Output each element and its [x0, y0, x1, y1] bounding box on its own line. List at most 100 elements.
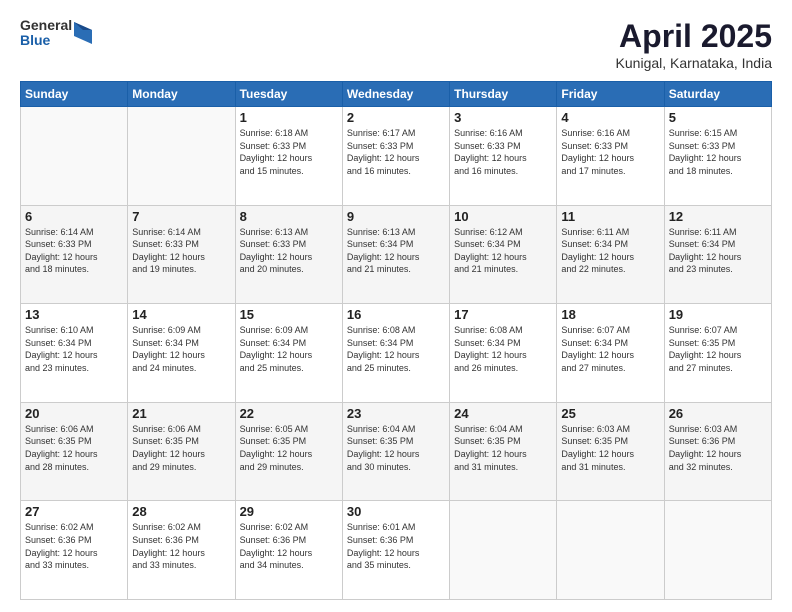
day-number: 1 — [240, 110, 338, 125]
day-info: Sunrise: 6:02 AM Sunset: 6:36 PM Dayligh… — [132, 521, 230, 571]
day-info: Sunrise: 6:11 AM Sunset: 6:34 PM Dayligh… — [669, 226, 767, 276]
calendar-cell — [21, 107, 128, 206]
calendar-cell — [664, 501, 771, 600]
calendar-cell: 16 Sunrise: 6:08 AM Sunset: 6:34 PM Dayli… — [342, 304, 449, 403]
day-info: Sunrise: 6:02 AM Sunset: 6:36 PM Dayligh… — [25, 521, 123, 571]
day-info: Sunrise: 6:13 AM Sunset: 6:33 PM Dayligh… — [240, 226, 338, 276]
calendar-cell: 24 Sunrise: 6:04 AM Sunset: 6:35 PM Dayli… — [450, 402, 557, 501]
day-number: 12 — [669, 209, 767, 224]
calendar-cell: 5 Sunrise: 6:15 AM Sunset: 6:33 PM Daylig… — [664, 107, 771, 206]
calendar-cell — [128, 107, 235, 206]
header: General Blue April 2025 Kunigal, Karnata… — [20, 18, 772, 71]
calendar-cell: 19Sunrise: 6:07 AM Sunset: 6:35 PM Dayli… — [664, 304, 771, 403]
day-info: Sunrise: 6:12 AM Sunset: 6:34 PM Dayligh… — [454, 226, 552, 276]
day-number: 2 — [347, 110, 445, 125]
page: General Blue April 2025 Kunigal, Karnata… — [0, 0, 792, 612]
calendar-cell — [450, 501, 557, 600]
day-info: Sunrise: 6:09 AM Sunset: 6:34 PM Dayligh… — [240, 324, 338, 374]
day-number: 24 — [454, 406, 552, 421]
day-number: 8 — [240, 209, 338, 224]
day-number: 17 — [454, 307, 552, 322]
day-info: Sunrise: 6:17 AM Sunset: 6:33 PM Dayligh… — [347, 127, 445, 177]
logo: General Blue — [20, 18, 92, 49]
day-info: Sunrise: 6:14 AM Sunset: 6:33 PM Dayligh… — [25, 226, 123, 276]
day-info: Sunrise: 6:18 AM Sunset: 6:33 PM Dayligh… — [240, 127, 338, 177]
logo-blue-text: Blue — [20, 33, 72, 48]
day-number: 7 — [132, 209, 230, 224]
day-number: 19 — [669, 307, 767, 322]
calendar-cell: 8 Sunrise: 6:13 AM Sunset: 6:33 PM Daylig… — [235, 205, 342, 304]
weekday-header: Saturday — [664, 82, 771, 107]
day-info: Sunrise: 6:02 AM Sunset: 6:36 PM Dayligh… — [240, 521, 338, 571]
day-number: 11 — [561, 209, 659, 224]
calendar-cell: 30 Sunrise: 6:01 AM Sunset: 6:36 PM Dayli… — [342, 501, 449, 600]
logo-icon — [74, 22, 92, 44]
logo-general-text: General — [20, 18, 72, 33]
day-info: Sunrise: 6:08 AM Sunset: 6:34 PM Dayligh… — [347, 324, 445, 374]
calendar-cell: 26 Sunrise: 6:03 AM Sunset: 6:36 PM Dayli… — [664, 402, 771, 501]
day-info: Sunrise: 6:07 AM Sunset: 6:34 PM Dayligh… — [561, 324, 659, 374]
calendar-cell: 1 Sunrise: 6:18 AM Sunset: 6:33 PM Daylig… — [235, 107, 342, 206]
calendar-cell: 12 Sunrise: 6:11 AM Sunset: 6:34 PM Dayli… — [664, 205, 771, 304]
day-number: 23 — [347, 406, 445, 421]
day-number: 30 — [347, 504, 445, 519]
weekday-header: Tuesday — [235, 82, 342, 107]
calendar-cell: 22 Sunrise: 6:05 AM Sunset: 6:35 PM Dayli… — [235, 402, 342, 501]
day-number: 10 — [454, 209, 552, 224]
day-number: 28 — [132, 504, 230, 519]
calendar-cell: 18 Sunrise: 6:07 AM Sunset: 6:34 PM Dayli… — [557, 304, 664, 403]
calendar-cell: 6 Sunrise: 6:14 AM Sunset: 6:33 PM Daylig… — [21, 205, 128, 304]
weekday-header: Monday — [128, 82, 235, 107]
day-info: Sunrise: 6:06 AM Sunset: 6:35 PM Dayligh… — [25, 423, 123, 473]
day-info: Sunrise: 6:14 AM Sunset: 6:33 PM Dayligh… — [132, 226, 230, 276]
day-info: Sunrise: 6:08 AM Sunset: 6:34 PM Dayligh… — [454, 324, 552, 374]
title-block: April 2025 Kunigal, Karnataka, India — [616, 18, 772, 71]
calendar-cell: 25 Sunrise: 6:03 AM Sunset: 6:35 PM Dayli… — [557, 402, 664, 501]
day-number: 6 — [25, 209, 123, 224]
day-info: Sunrise: 6:04 AM Sunset: 6:35 PM Dayligh… — [454, 423, 552, 473]
day-info: Sunrise: 6:05 AM Sunset: 6:35 PM Dayligh… — [240, 423, 338, 473]
calendar-cell: 2 Sunrise: 6:17 AM Sunset: 6:33 PM Daylig… — [342, 107, 449, 206]
calendar-week-row: 13 Sunrise: 6:10 AM Sunset: 6:34 PM Dayli… — [21, 304, 772, 403]
day-info: Sunrise: 6:09 AM Sunset: 6:34 PM Dayligh… — [132, 324, 230, 374]
weekday-header: Thursday — [450, 82, 557, 107]
calendar-header-row: SundayMondayTuesdayWednesdayThursdayFrid… — [21, 82, 772, 107]
calendar-cell: 11 Sunrise: 6:11 AM Sunset: 6:34 PM Dayli… — [557, 205, 664, 304]
day-info: Sunrise: 6:03 AM Sunset: 6:35 PM Dayligh… — [561, 423, 659, 473]
day-info: Sunrise: 6:01 AM Sunset: 6:36 PM Dayligh… — [347, 521, 445, 571]
calendar-week-row: 20 Sunrise: 6:06 AM Sunset: 6:35 PM Dayli… — [21, 402, 772, 501]
day-info: Sunrise: 6:04 AM Sunset: 6:35 PM Dayligh… — [347, 423, 445, 473]
weekday-header: Friday — [557, 82, 664, 107]
day-number: 22 — [240, 406, 338, 421]
day-number: 18 — [561, 307, 659, 322]
day-number: 5 — [669, 110, 767, 125]
calendar-cell: 3Sunrise: 6:16 AM Sunset: 6:33 PM Daylig… — [450, 107, 557, 206]
calendar-cell — [557, 501, 664, 600]
calendar-cell: 28 Sunrise: 6:02 AM Sunset: 6:36 PM Dayli… — [128, 501, 235, 600]
day-info: Sunrise: 6:16 AM Sunset: 6:33 PM Dayligh… — [454, 127, 552, 177]
day-number: 20 — [25, 406, 123, 421]
day-info: Sunrise: 6:11 AM Sunset: 6:34 PM Dayligh… — [561, 226, 659, 276]
calendar-week-row: 6 Sunrise: 6:14 AM Sunset: 6:33 PM Daylig… — [21, 205, 772, 304]
day-info: Sunrise: 6:15 AM Sunset: 6:33 PM Dayligh… — [669, 127, 767, 177]
calendar-cell: 10 Sunrise: 6:12 AM Sunset: 6:34 PM Dayli… — [450, 205, 557, 304]
day-number: 16 — [347, 307, 445, 322]
day-number: 13 — [25, 307, 123, 322]
day-number: 25 — [561, 406, 659, 421]
day-info: Sunrise: 6:13 AM Sunset: 6:34 PM Dayligh… — [347, 226, 445, 276]
day-number: 15 — [240, 307, 338, 322]
calendar-cell: 17 Sunrise: 6:08 AM Sunset: 6:34 PM Dayli… — [450, 304, 557, 403]
day-number: 26 — [669, 406, 767, 421]
calendar-week-row: 27Sunrise: 6:02 AM Sunset: 6:36 PM Dayli… — [21, 501, 772, 600]
calendar-cell: 23 Sunrise: 6:04 AM Sunset: 6:35 PM Dayli… — [342, 402, 449, 501]
day-info: Sunrise: 6:03 AM Sunset: 6:36 PM Dayligh… — [669, 423, 767, 473]
calendar-cell: 4Sunrise: 6:16 AM Sunset: 6:33 PM Daylig… — [557, 107, 664, 206]
day-number: 21 — [132, 406, 230, 421]
day-info: Sunrise: 6:10 AM Sunset: 6:34 PM Dayligh… — [25, 324, 123, 374]
day-number: 4 — [561, 110, 659, 125]
calendar-cell: 20 Sunrise: 6:06 AM Sunset: 6:35 PM Dayli… — [21, 402, 128, 501]
calendar-cell: 13 Sunrise: 6:10 AM Sunset: 6:34 PM Dayli… — [21, 304, 128, 403]
calendar-cell: 21Sunrise: 6:06 AM Sunset: 6:35 PM Dayli… — [128, 402, 235, 501]
location: Kunigal, Karnataka, India — [616, 55, 772, 71]
calendar-table: SundayMondayTuesdayWednesdayThursdayFrid… — [20, 81, 772, 600]
